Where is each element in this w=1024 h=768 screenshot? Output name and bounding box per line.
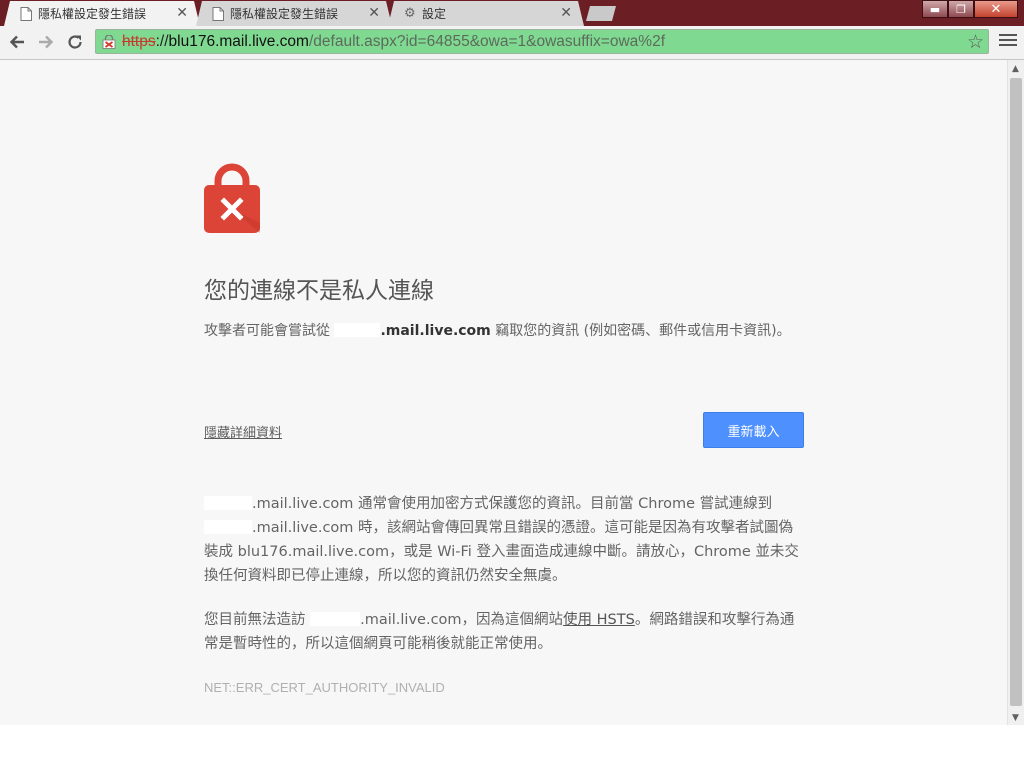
minimize-button[interactable]: ▬ — [922, 0, 948, 18]
hsts-host: .mail.live.com — [360, 612, 462, 628]
gear-icon: ⚙ — [404, 5, 416, 21]
tab-label: 設定 — [422, 7, 447, 21]
insecure-lock-icon[interactable] — [102, 34, 116, 49]
summary-after: 竊取您的資訊 (例如密碼、郵件或信用卡資訊)。 — [490, 323, 791, 339]
summary-before: 攻擊者可能會嘗試從 — [204, 323, 335, 339]
url-separator: :// — [155, 32, 169, 50]
page-icon — [212, 6, 224, 21]
forward-arrow-icon — [39, 35, 54, 49]
hsts-before: 您目前無法造訪 — [204, 612, 311, 628]
red-lock-icon — [204, 163, 260, 233]
new-tab-button[interactable] — [586, 6, 616, 21]
forward-button[interactable] — [35, 31, 57, 53]
redaction-mark — [310, 612, 361, 626]
tab-privacy-error-1[interactable]: 隱私權設定發生錯誤 ✕ — [4, 1, 200, 26]
url-path: /default.aspx?id=64855&owa=1&owasuffix=o… — [308, 32, 666, 50]
redaction-mark — [204, 496, 252, 510]
address-bar[interactable]: https://blu176.mail.live.com/default.asp… — [95, 29, 989, 54]
reload-icon — [68, 35, 82, 49]
reload-button[interactable]: 重新載入 — [703, 412, 804, 448]
detail-host-2: .mail.live.com — [252, 520, 354, 536]
tab-close-icon[interactable]: ✕ — [368, 5, 380, 21]
redaction-mark — [334, 323, 381, 337]
tab-label: 隱私權設定發生錯誤 — [38, 7, 147, 21]
page-title: 您的連線不是私人連線 — [204, 278, 434, 304]
browser-toolbar: https://blu176.mail.live.com/default.asp… — [0, 26, 1024, 60]
interstitial-page: 您的連線不是私人連線 攻擊者可能會嘗試從 .mail.live.com 竊取您的… — [0, 60, 1007, 725]
chrome-menu-icon[interactable] — [999, 34, 1017, 49]
back-arrow-icon — [9, 35, 24, 49]
hsts-link[interactable]: 使用 HSTS — [563, 612, 635, 628]
scrollbar-thumb[interactable] — [1010, 78, 1022, 706]
window-controls: ▬ ❐ ✕ — [922, 0, 1018, 18]
tab-label: 隱私權設定發生錯誤 — [230, 7, 339, 21]
summary-text: 攻擊者可能會嘗試從 .mail.live.com 竊取您的資訊 (例如密碼、郵件… — [204, 319, 804, 343]
detail-text-1: 通常會使用加密方式保護您的資訊。目前當 Chrome 嘗試連線到 — [353, 496, 773, 512]
redaction-mark — [204, 520, 252, 534]
tab-strip: 隱私權設定發生錯誤 ✕ 隱私權設定發生錯誤 ✕ ⚙ 設定 ✕ ▬ ❐ ✕ — [0, 0, 1024, 26]
reload-page-button[interactable] — [64, 31, 86, 53]
url-scheme: https — [122, 32, 156, 50]
tab-close-icon[interactable]: ✕ — [560, 5, 572, 21]
tab-settings[interactable]: ⚙ 設定 ✕ — [388, 1, 584, 26]
tab-close-icon[interactable]: ✕ — [176, 5, 188, 21]
summary-host: .mail.live.com — [380, 323, 491, 339]
page-scrollbar[interactable]: ▲ ▼ — [1007, 60, 1024, 725]
tab-privacy-error-2[interactable]: 隱私權設定發生錯誤 ✕ — [196, 1, 392, 26]
url-text: https://blu176.mail.live.com/default.asp… — [122, 33, 665, 51]
window-bottom — [0, 725, 1024, 768]
details-text: .mail.live.com 通常會使用加密方式保護您的資訊。目前當 Chrom… — [204, 492, 804, 588]
url-host: blu176.mail.live.com — [168, 32, 309, 50]
error-code: NET::ERR_CERT_AUTHORITY_INVALID — [204, 680, 445, 695]
scroll-up-icon[interactable]: ▲ — [1012, 64, 1019, 74]
back-button[interactable] — [6, 31, 28, 53]
hsts-middle: ，因為這個網站 — [461, 612, 564, 628]
maximize-button[interactable]: ❐ — [948, 0, 974, 18]
page-icon — [20, 6, 32, 21]
bookmark-star-icon[interactable]: ☆ — [967, 31, 984, 53]
close-window-button[interactable]: ✕ — [974, 0, 1018, 18]
detail-host-1: .mail.live.com — [252, 496, 354, 512]
hsts-text: 您目前無法造訪 .mail.live.com，因為這個網站使用 HSTS。網路錯… — [204, 608, 804, 656]
scroll-down-icon[interactable]: ▼ — [1012, 713, 1019, 723]
hide-details-link[interactable]: 隱藏詳細資料 — [204, 422, 282, 441]
